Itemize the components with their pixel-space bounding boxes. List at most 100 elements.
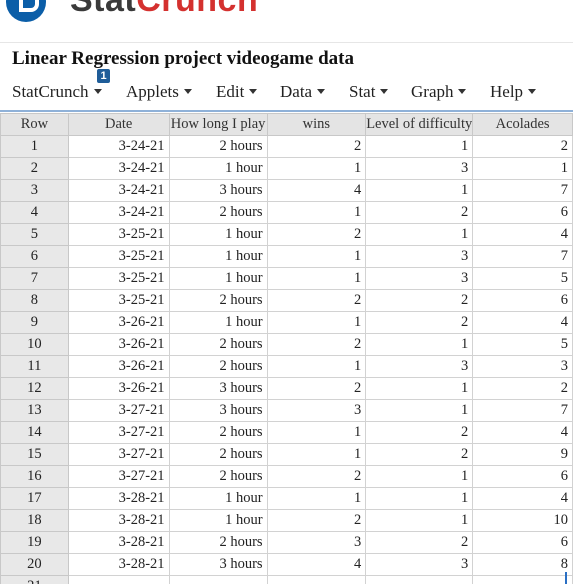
row-number[interactable]: 12 [0,377,69,400]
menu-applets[interactable]: Applets [126,80,192,106]
acolades-cell[interactable]: 2 [472,377,573,400]
difficulty-cell[interactable]: 2 [365,443,474,466]
row-number[interactable]: 18 [0,509,69,532]
difficulty-cell[interactable]: 3 [365,245,474,268]
date-cell[interactable]: 3-28-21 [67,509,170,532]
how-long-cell[interactable]: 2 hours [168,531,268,554]
difficulty-cell[interactable]: 2 [365,201,474,224]
difficulty-cell[interactable]: 2 [365,421,474,444]
data-grid[interactable]: Row Date How long I play wins Level of d… [0,113,573,584]
how-long-cell[interactable]: 1 hour [168,157,268,180]
acolades-cell[interactable]: 4 [472,223,573,246]
wins-cell[interactable]: 3 [266,399,367,422]
row-number[interactable]: 17 [0,487,69,510]
how-long-cell[interactable]: 2 hours [168,421,268,444]
wins-cell[interactable]: 1 [266,267,367,290]
date-cell[interactable]: 3-28-21 [67,531,170,554]
difficulty-cell[interactable]: 3 [365,355,474,378]
how-long-cell[interactable]: 3 hours [168,377,268,400]
date-cell[interactable]: 3-24-21 [67,135,170,158]
date-cell[interactable] [67,575,170,584]
acolades-cell[interactable]: 7 [472,245,573,268]
row-number[interactable]: 20 [0,553,69,576]
difficulty-cell[interactable] [365,575,474,584]
how-long-cell[interactable]: 2 hours [168,333,268,356]
acolades-cell[interactable]: 6 [472,465,573,488]
acolades-cell[interactable]: 3 [472,355,573,378]
column-header-difficulty[interactable]: Level of difficulty [365,113,474,136]
acolades-cell[interactable]: 4 [472,311,573,334]
wins-cell[interactable]: 2 [266,333,367,356]
difficulty-cell[interactable]: 1 [365,135,474,158]
wins-cell[interactable]: 4 [266,553,367,576]
column-header-acolades[interactable]: Acolades [472,113,573,136]
row-number[interactable]: 19 [0,531,69,554]
acolades-cell[interactable]: 6 [472,531,573,554]
difficulty-cell[interactable]: 1 [365,509,474,532]
row-number[interactable]: 9 [0,311,69,334]
row-number[interactable]: 6 [0,245,69,268]
how-long-cell[interactable]: 1 hour [168,245,268,268]
wins-cell[interactable]: 2 [266,223,367,246]
how-long-cell[interactable]: 2 hours [168,465,268,488]
date-cell[interactable]: 3-27-21 [67,421,170,444]
menu-stat[interactable]: Stat [349,80,389,106]
wins-cell[interactable]: 1 [266,311,367,334]
difficulty-cell[interactable]: 1 [365,465,474,488]
date-cell[interactable]: 3-25-21 [67,267,170,290]
menu-statcrunch[interactable]: StatCrunch [12,80,102,106]
row-number[interactable]: 15 [0,443,69,466]
acolades-cell[interactable]: 7 [472,399,573,422]
row-number[interactable]: 13 [0,399,69,422]
row-number[interactable]: 11 [0,355,69,378]
menu-data[interactable]: Data [280,80,326,106]
date-cell[interactable]: 3-26-21 [67,377,170,400]
row-number[interactable]: 14 [0,421,69,444]
wins-cell[interactable]: 1 [266,421,367,444]
acolades-cell[interactable]: 1 [472,157,573,180]
date-cell[interactable]: 3-26-21 [67,355,170,378]
wins-cell[interactable]: 2 [266,289,367,312]
how-long-cell[interactable]: 1 hour [168,509,268,532]
wins-cell[interactable]: 2 [266,509,367,532]
date-cell[interactable]: 3-27-21 [67,443,170,466]
date-cell[interactable]: 3-24-21 [67,179,170,202]
acolades-cell[interactable]: 5 [472,267,573,290]
how-long-cell[interactable]: 1 hour [168,267,268,290]
difficulty-cell[interactable]: 1 [365,399,474,422]
date-cell[interactable]: 3-26-21 [67,333,170,356]
how-long-cell[interactable]: 1 hour [168,223,268,246]
date-cell[interactable]: 3-27-21 [67,465,170,488]
acolades-cell[interactable]: 4 [472,487,573,510]
row-number[interactable]: 7 [0,267,69,290]
acolades-cell[interactable] [472,575,573,584]
difficulty-cell[interactable]: 1 [365,487,474,510]
difficulty-cell[interactable]: 2 [365,311,474,334]
wins-cell[interactable]: 1 [266,201,367,224]
row-number[interactable]: 4 [0,201,69,224]
column-header-how-long[interactable]: How long I play [168,113,268,136]
acolades-cell[interactable]: 7 [472,179,573,202]
difficulty-cell[interactable]: 2 [365,531,474,554]
row-number[interactable]: 16 [0,465,69,488]
row-number[interactable]: 10 [0,333,69,356]
acolades-cell[interactable]: 9 [472,443,573,466]
wins-cell[interactable]: 3 [266,531,367,554]
row-number[interactable]: 3 [0,179,69,202]
date-cell[interactable]: 3-25-21 [67,289,170,312]
acolades-cell[interactable]: 8 [472,553,573,576]
how-long-cell[interactable]: 2 hours [168,135,268,158]
date-cell[interactable]: 3-25-21 [67,245,170,268]
row-number[interactable]: 5 [0,223,69,246]
date-cell[interactable]: 3-26-21 [67,311,170,334]
row-number[interactable]: 1 [0,135,69,158]
date-cell[interactable]: 3-25-21 [67,223,170,246]
acolades-cell[interactable]: 6 [472,289,573,312]
wins-cell[interactable]: 1 [266,443,367,466]
wins-cell[interactable]: 2 [266,465,367,488]
how-long-cell[interactable]: 3 hours [168,553,268,576]
how-long-cell[interactable] [168,575,268,584]
difficulty-cell[interactable]: 3 [365,267,474,290]
acolades-cell[interactable]: 2 [472,135,573,158]
menu-edit[interactable]: Edit [216,80,258,106]
